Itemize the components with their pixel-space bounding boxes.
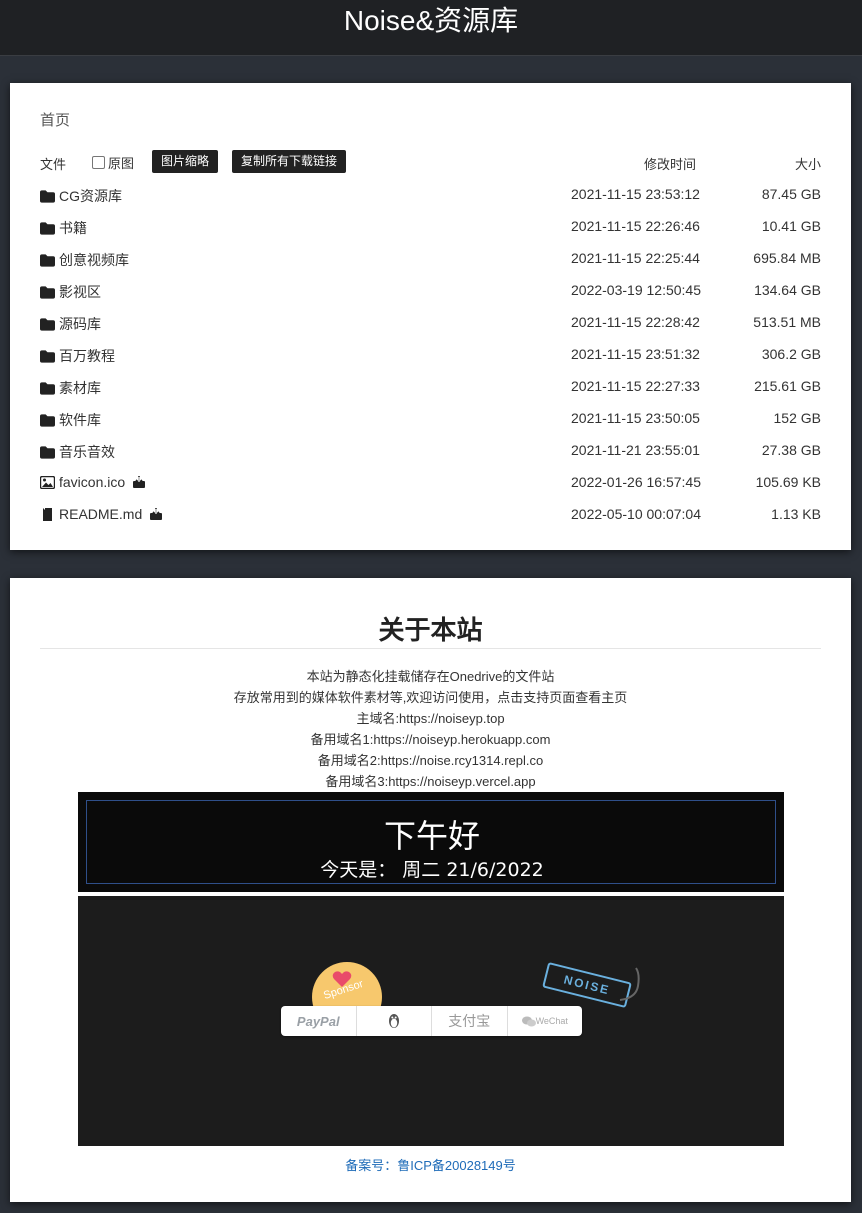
qq-button[interactable] bbox=[357, 1006, 432, 1036]
folder-icon bbox=[40, 285, 55, 299]
sponsor-panel: Sponsor PayPal 支付宝 WeChat NOISE bbox=[78, 896, 784, 1146]
wechat-label: WeChat bbox=[535, 1016, 568, 1026]
file-time: 2022-05-10 00:07:04 bbox=[571, 506, 701, 522]
column-time-header[interactable]: 修改时间 bbox=[644, 154, 696, 173]
column-name-header: 文件 bbox=[40, 157, 67, 172]
file-time: 2021-11-15 23:53:12 bbox=[571, 186, 700, 202]
original-image-toggle[interactable]: 原图 bbox=[92, 153, 134, 172]
about-title: 关于本站 bbox=[378, 615, 483, 645]
file-name[interactable]: 素材库 bbox=[59, 378, 101, 398]
thumbnail-button[interactable]: 图片缩略 bbox=[152, 150, 219, 173]
breadcrumb-home[interactable]: 首页 bbox=[40, 109, 70, 130]
copy-all-links-button[interactable]: 复制所有下载链接 bbox=[232, 150, 347, 173]
about-line: 备用域名3:https://noiseyp.vercel.app bbox=[325, 774, 536, 789]
file-time: 2022-03-19 12:50:45 bbox=[571, 282, 701, 298]
file-name[interactable]: 软件库 bbox=[59, 410, 101, 430]
about-description: 本站为静态化挂载储存在Onedrive的文件站 存放常用到的媒体软件素材等,欢迎… bbox=[10, 666, 851, 792]
file-row[interactable]: 百万教程 2021-11-15 23:51:32 306.2 GB bbox=[40, 342, 821, 374]
image-icon bbox=[40, 475, 55, 489]
file-list-card: 首页 文件 原图 图片缩略 复制所有下载链接 修改时间 大小 CG资源库 202… bbox=[10, 83, 851, 550]
file-time: 2021-11-21 23:55:01 bbox=[571, 442, 700, 458]
folder-icon bbox=[40, 253, 55, 267]
file-name[interactable]: README.md bbox=[59, 506, 142, 522]
file-row[interactable]: 源码库 2021-11-15 22:28:42 513.51 MB bbox=[40, 310, 821, 342]
date-label: 今天是： bbox=[320, 859, 397, 881]
greeting-frame: 下午好 今天是： 周二 21/6/2022 bbox=[86, 800, 776, 884]
about-line: 主域名:https://noiseyp.top bbox=[356, 711, 505, 726]
file-size: 27.38 GB bbox=[761, 442, 821, 458]
file-icon bbox=[43, 507, 52, 521]
file-name[interactable]: 影视区 bbox=[59, 282, 101, 302]
download-icon[interactable] bbox=[150, 508, 163, 520]
file-size: 215.61 GB bbox=[754, 378, 821, 394]
original-image-checkbox[interactable] bbox=[92, 156, 105, 169]
file-size: 306.2 GB bbox=[761, 346, 821, 362]
file-time: 2021-11-15 22:28:42 bbox=[571, 314, 700, 330]
wechat-icon bbox=[521, 1016, 536, 1026]
file-name[interactable]: favicon.ico bbox=[59, 474, 125, 490]
file-time: 2021-11-15 22:25:44 bbox=[571, 250, 700, 266]
greeting-panel: 下午好 今天是： 周二 21/6/2022 bbox=[78, 792, 784, 892]
file-name[interactable]: 源码库 bbox=[59, 314, 101, 334]
folder-icon bbox=[40, 349, 55, 363]
file-list: CG资源库 2021-11-15 23:53:12 87.45 GB 书籍 20… bbox=[40, 182, 821, 534]
file-size: 1.13 KB bbox=[771, 506, 821, 522]
file-name[interactable]: 音乐音效 bbox=[59, 442, 115, 462]
about-line: 存放常用到的媒体软件素材等,欢迎访问使用，点击支持页面查看主页 bbox=[233, 690, 628, 705]
folder-icon bbox=[40, 189, 55, 203]
date-value: 周二 21/6/2022 bbox=[402, 859, 544, 881]
file-name[interactable]: 百万教程 bbox=[59, 346, 115, 366]
folder-icon bbox=[40, 381, 55, 395]
download-icon[interactable] bbox=[133, 476, 146, 488]
file-name[interactable]: CG资源库 bbox=[59, 186, 122, 206]
file-time: 2021-11-15 22:27:33 bbox=[571, 378, 700, 394]
file-row[interactable]: 书籍 2021-11-15 22:26:46 10.41 GB bbox=[40, 214, 821, 246]
top-header: Noise&资源库 bbox=[0, 0, 862, 56]
folder-icon bbox=[40, 445, 55, 459]
about-card: 关于本站 本站为静态化挂载储存在Onedrive的文件站 存放常用到的媒体软件素… bbox=[10, 578, 851, 1202]
folder-icon bbox=[40, 221, 55, 235]
folder-icon bbox=[40, 317, 55, 331]
file-row[interactable]: favicon.ico 2022-01-26 16:57:45 105.69 K… bbox=[40, 470, 821, 502]
about-line: 备用域名1:https://noiseyp.herokuapp.com bbox=[310, 732, 551, 747]
folder-icon bbox=[40, 413, 55, 427]
file-time: 2022-01-26 16:57:45 bbox=[571, 474, 701, 490]
file-row[interactable]: CG资源库 2021-11-15 23:53:12 87.45 GB bbox=[40, 182, 821, 214]
about-line: 备用域名2:https://noise.rcy1314.repl.co bbox=[317, 753, 544, 768]
file-row[interactable]: README.md 2022-05-10 00:07:04 1.13 KB bbox=[40, 502, 821, 534]
divider bbox=[40, 648, 821, 649]
file-name[interactable]: 创意视频库 bbox=[59, 250, 129, 270]
file-size: 134.64 GB bbox=[754, 282, 821, 298]
paypal-button[interactable]: PayPal bbox=[281, 1006, 357, 1036]
qq-penguin-icon bbox=[388, 1014, 399, 1028]
date-line: 今天是： 周二 21/6/2022 bbox=[87, 855, 777, 882]
file-name[interactable]: 书籍 bbox=[59, 218, 87, 238]
file-row[interactable]: 软件库 2021-11-15 23:50:05 152 GB bbox=[40, 406, 821, 438]
file-row[interactable]: 素材库 2021-11-15 22:27:33 215.61 GB bbox=[40, 374, 821, 406]
wechat-button[interactable]: WeChat bbox=[508, 1006, 583, 1036]
file-size: 87.45 GB bbox=[761, 186, 821, 202]
icp-record-link[interactable]: 备案号：鲁ICP备20028149号 bbox=[10, 1155, 851, 1174]
file-size: 105.69 KB bbox=[755, 474, 821, 490]
about-line: 本站为静态化挂载储存在Onedrive的文件站 bbox=[306, 669, 555, 684]
file-size: 695.84 MB bbox=[753, 250, 821, 266]
column-size-header[interactable]: 大小 bbox=[795, 154, 821, 173]
original-image-label: 原图 bbox=[108, 156, 135, 171]
file-row[interactable]: 影视区 2022-03-19 12:50:45 134.64 GB bbox=[40, 278, 821, 310]
alipay-button[interactable]: 支付宝 bbox=[432, 1006, 508, 1036]
file-time: 2021-11-15 23:51:32 bbox=[571, 346, 700, 362]
payment-options: PayPal 支付宝 WeChat bbox=[281, 1006, 582, 1036]
file-size: 10.41 GB bbox=[761, 218, 821, 234]
file-time: 2021-11-15 22:26:46 bbox=[571, 218, 700, 234]
file-row[interactable]: 创意视频库 2021-11-15 22:25:44 695.84 MB bbox=[40, 246, 821, 278]
file-time: 2021-11-15 23:50:05 bbox=[571, 410, 700, 426]
site-title[interactable]: Noise&资源库 bbox=[0, 0, 862, 42]
file-size: 152 GB bbox=[773, 410, 821, 426]
greeting-text: 下午好 bbox=[383, 817, 480, 855]
tag-string-decoration bbox=[619, 967, 640, 1001]
list-header: 文件 原图 图片缩略 复制所有下载链接 修改时间 大小 bbox=[40, 150, 821, 174]
file-size: 513.51 MB bbox=[753, 314, 821, 330]
file-row[interactable]: 音乐音效 2021-11-21 23:55:01 27.38 GB bbox=[40, 438, 821, 470]
